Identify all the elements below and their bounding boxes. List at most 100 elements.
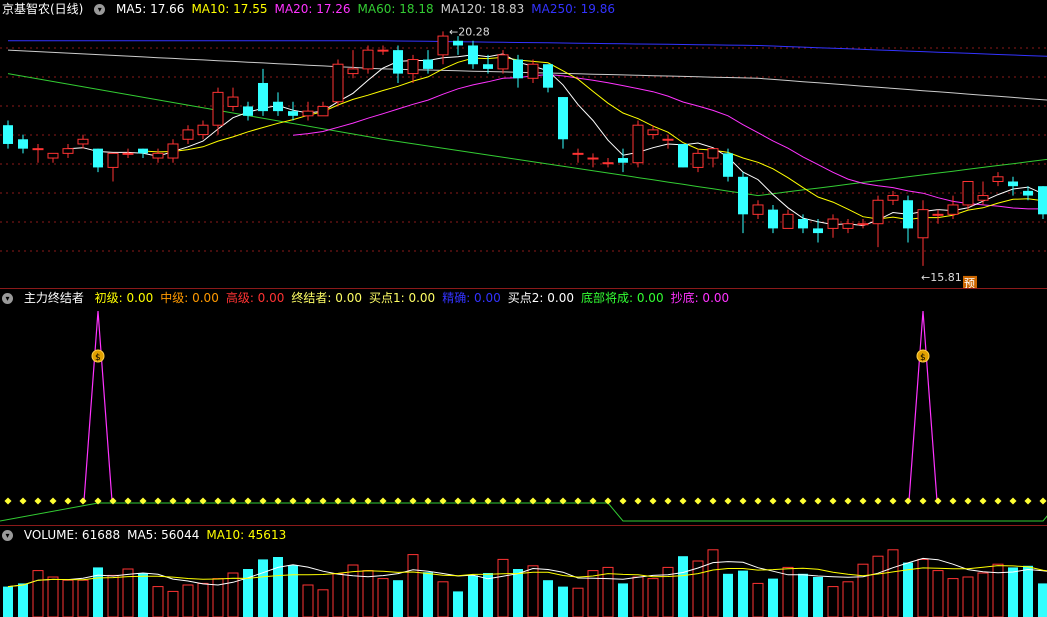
candle-body [273, 101, 283, 112]
candle [377, 45, 389, 55]
candle [258, 68, 268, 116]
candle [903, 195, 913, 243]
volume-bar [393, 580, 403, 617]
signal-chart[interactable]: $ $ [0, 289, 1047, 525]
volume-bar [752, 582, 764, 617]
candle [167, 139, 179, 163]
money-bag-glyph: $ [920, 353, 926, 363]
signal-indicator-2: 高级: 0.00 [225, 291, 285, 305]
candle [317, 101, 329, 117]
candle [827, 214, 839, 238]
signal-indicator-8: 抄底: 0.00 [670, 291, 730, 305]
candle-body [678, 143, 688, 168]
signal-dot [829, 497, 837, 505]
signal-dot [874, 497, 882, 505]
chevron-down-icon[interactable]: ▾ [2, 293, 13, 304]
candlestick-chart[interactable]: ←20.28 ←15.81 预 [0, 0, 1047, 288]
volume-bar [3, 586, 13, 617]
chevron-down-icon[interactable]: ▾ [94, 4, 106, 15]
price-indicator-3: MA60: 18.18 [357, 2, 434, 16]
price-panel[interactable]: ←20.28 ←15.81 预 京基智农(日线) ▾ MA5: 17.66 MA10:… [0, 0, 1047, 288]
candle [768, 204, 778, 234]
volume-bar [167, 590, 179, 617]
candle [662, 134, 674, 149]
volume-bar [618, 583, 628, 617]
candle-body [602, 162, 614, 165]
volume-bar [407, 554, 419, 617]
candle [707, 148, 719, 168]
volume-bar [1023, 565, 1033, 617]
candle [1038, 186, 1047, 220]
candle [393, 45, 403, 83]
candle-body [842, 223, 854, 229]
candle-body [332, 63, 344, 103]
candle-body [407, 59, 419, 75]
volume-bar [227, 572, 239, 617]
volume-bar [152, 586, 164, 617]
volume-indicator-2: MA10: 45613 [206, 528, 287, 542]
signal-dot [34, 497, 42, 505]
candle-body [212, 91, 224, 126]
signal-dot [19, 497, 27, 505]
volume-bar [857, 563, 869, 617]
volume-bar [377, 578, 389, 617]
price-indicator-0: MA5: 17.66 [116, 2, 185, 16]
signal-panel[interactable]: $ $ ▾ 主力终结者 初级: 0.00 中级: 0.00 高级: 0.00 终结者: … [0, 289, 1047, 525]
candle-body [827, 218, 839, 229]
volume-bar [288, 565, 298, 617]
stock-name[interactable]: 京基智农(日线) [2, 2, 83, 16]
candle-body [723, 153, 733, 177]
candle-body [47, 152, 59, 159]
candle [572, 148, 584, 163]
signal-dot [754, 497, 762, 505]
volume-bar [258, 559, 268, 617]
signal-title[interactable]: 主力终结者 [24, 291, 84, 305]
candle [197, 120, 209, 140]
volume-bar [842, 581, 854, 617]
high-label: ←20.28 [449, 25, 490, 38]
signal-dot [844, 497, 852, 505]
chevron-down-icon[interactable]: ▾ [2, 530, 13, 541]
signal-dot [694, 497, 702, 505]
volume-bar [587, 570, 599, 617]
candle-body [182, 129, 194, 140]
candle [798, 214, 808, 234]
candle [47, 152, 59, 163]
candle [93, 148, 103, 173]
candle [32, 143, 44, 163]
candle-body [813, 228, 823, 234]
signal-indicator-0: 初级: 0.00 [94, 291, 154, 305]
candle-body [107, 152, 119, 168]
candle-body [423, 59, 433, 69]
candle-body [768, 209, 778, 229]
candle [678, 143, 688, 168]
candle [587, 153, 599, 168]
signal-dot [904, 497, 912, 505]
ma5-line [67, 53, 1047, 227]
candle-body [1038, 186, 1047, 215]
signal-dot [919, 497, 927, 505]
signal-indicator-3: 终结者: 0.00 [291, 291, 362, 305]
candle-body [317, 105, 329, 117]
candle [332, 59, 344, 107]
signal-dot [679, 497, 687, 505]
signal-indicator-4: 买点1: 0.00 [368, 291, 436, 305]
candle [483, 54, 493, 74]
candle-body [32, 148, 44, 151]
signal-dot [964, 497, 972, 505]
volume-bar [182, 584, 194, 617]
candle [917, 200, 929, 266]
candle-body [587, 157, 599, 160]
ma250-line [8, 40, 1047, 57]
volume-bar [558, 586, 568, 617]
candle-body [362, 49, 374, 70]
candle-body [513, 59, 523, 79]
volume-bar [798, 573, 808, 617]
candle [212, 87, 224, 135]
candle [723, 148, 733, 182]
volume-panel[interactable]: ▾ VOLUME: 61688 MA5: 56044 MA10: 45613 [0, 526, 1047, 617]
signal-dot [49, 497, 57, 505]
signal-indicator-5: 精确: 0.00 [442, 291, 501, 305]
candle-body [227, 96, 239, 107]
pre-badge: 预 [964, 277, 975, 288]
